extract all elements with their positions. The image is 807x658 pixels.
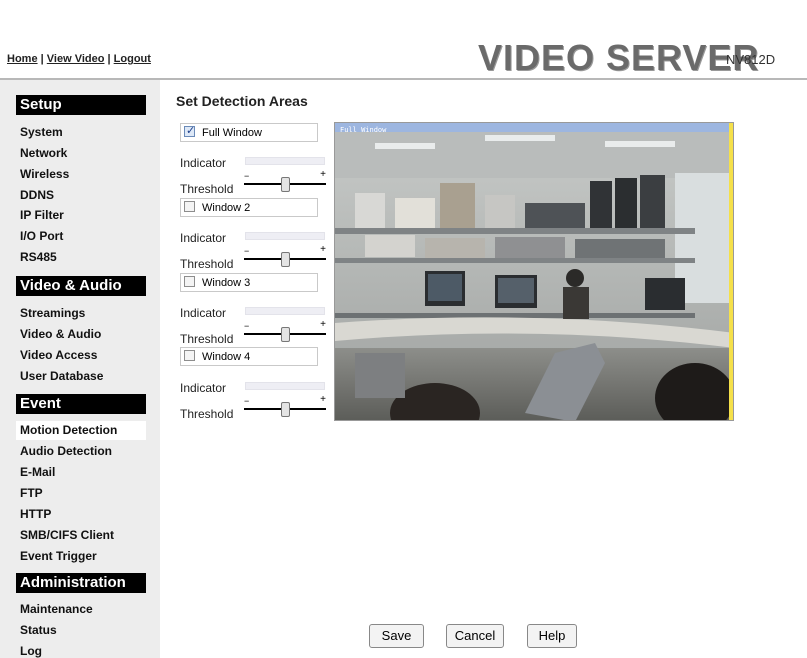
sidebar-item-ftp[interactable]: FTP xyxy=(16,484,146,503)
home-link[interactable]: Home xyxy=(7,53,38,65)
sidebar: Setup System Network Wireless DDNS IP Fi… xyxy=(0,80,160,658)
slider-max-symbol: + xyxy=(320,319,326,330)
logout-link[interactable]: Logout xyxy=(114,53,151,65)
section-header-video-audio: Video & Audio xyxy=(16,276,146,296)
window-2-indicator-bar xyxy=(245,232,325,240)
sidebar-item-streamings[interactable]: Streamings xyxy=(16,304,146,323)
indicator-label: Indicator xyxy=(180,306,227,320)
section-header-setup: Setup xyxy=(16,95,146,115)
camera-overlay-label: Full Window xyxy=(340,126,387,134)
sidebar-item-smb-cifs-client[interactable]: SMB/CIFS Client xyxy=(16,526,146,545)
window-2-checkbox[interactable] xyxy=(184,201,195,212)
sidebar-item-user-database[interactable]: User Database xyxy=(16,367,146,386)
slider-max-symbol: + xyxy=(320,244,326,255)
window-3-threshold-slider[interactable]: − + xyxy=(244,319,326,344)
window-4-row: Window 4 xyxy=(180,347,318,366)
section-header-administration: Administration xyxy=(16,573,146,593)
sidebar-item-network[interactable]: Network xyxy=(16,144,146,163)
slider-min-symbol: − xyxy=(244,171,250,181)
threshold-label: Threshold xyxy=(180,332,234,346)
window-2-threshold-slider[interactable]: − + xyxy=(244,244,326,269)
nav-separator: | xyxy=(40,53,44,65)
window-3-row: Window 3 xyxy=(180,273,318,292)
window-4-indicator-bar xyxy=(245,382,325,390)
window-2-label: Window 2 xyxy=(202,202,251,214)
window-2-row: Window 2 xyxy=(180,198,318,217)
slider-min-symbol: − xyxy=(244,321,250,331)
indicator-label: Indicator xyxy=(180,156,227,170)
sidebar-item-ddns[interactable]: DDNS xyxy=(16,186,146,205)
sidebar-item-email[interactable]: E-Mail xyxy=(16,463,146,482)
camera-scene-image xyxy=(335,123,733,420)
sidebar-item-maintenance[interactable]: Maintenance xyxy=(16,600,146,619)
window-1-threshold-slider[interactable]: − + xyxy=(244,169,326,194)
window-1-checkbox[interactable] xyxy=(184,124,195,137)
window-4-threshold-slider[interactable]: − + xyxy=(244,394,326,419)
slider-thumb[interactable] xyxy=(281,327,290,342)
sidebar-item-audio-detection[interactable]: Audio Detection xyxy=(16,442,146,461)
sidebar-item-video-access[interactable]: Video Access xyxy=(16,346,146,365)
window-4-label: Window 4 xyxy=(202,351,251,363)
sidebar-item-system[interactable]: System xyxy=(16,123,146,142)
model-number: NV812D xyxy=(726,52,776,67)
product-name: VIDEO SERVER xyxy=(478,37,760,78)
sidebar-item-event-trigger[interactable]: Event Trigger xyxy=(16,547,146,566)
sidebar-item-video-audio[interactable]: Video & Audio xyxy=(16,325,146,344)
help-button[interactable]: Help xyxy=(527,624,577,648)
save-button[interactable]: Save xyxy=(369,624,424,648)
slider-thumb[interactable] xyxy=(281,177,290,192)
window-3-label: Window 3 xyxy=(202,277,251,289)
top-navigation: Home | View Video | Logout xyxy=(7,53,151,65)
sidebar-item-ip-filter[interactable]: IP Filter xyxy=(16,206,146,225)
cancel-button[interactable]: Cancel xyxy=(446,624,504,648)
slider-thumb[interactable] xyxy=(281,252,290,267)
camera-preview[interactable] xyxy=(334,122,734,421)
nav-separator: | xyxy=(107,53,111,65)
camera-window-bar xyxy=(335,123,733,132)
indicator-label: Indicator xyxy=(180,381,227,395)
slider-min-symbol: − xyxy=(244,396,250,406)
section-header-event: Event xyxy=(16,394,146,414)
threshold-label: Threshold xyxy=(180,407,234,421)
sidebar-item-rs485[interactable]: RS485 xyxy=(16,248,146,267)
indicator-label: Indicator xyxy=(180,231,227,245)
threshold-label: Threshold xyxy=(180,257,234,271)
page-title: Set Detection Areas xyxy=(176,93,308,109)
window-1-label: Full Window xyxy=(202,127,262,139)
window-4-checkbox[interactable] xyxy=(184,350,195,361)
sidebar-item-wireless[interactable]: Wireless xyxy=(16,165,146,184)
window-1-row: Full Window xyxy=(180,123,318,142)
sidebar-item-http[interactable]: HTTP xyxy=(16,505,146,524)
camera-window-edge xyxy=(729,123,733,420)
slider-max-symbol: + xyxy=(320,394,326,405)
window-3-checkbox[interactable] xyxy=(184,276,195,287)
sidebar-item-status[interactable]: Status xyxy=(16,621,146,640)
header: Home | View Video | Logout VIDEO SERVER … xyxy=(0,0,807,80)
view-video-link[interactable]: View Video xyxy=(47,53,105,65)
sidebar-item-log[interactable]: Log xyxy=(16,642,146,658)
slider-min-symbol: − xyxy=(244,246,250,256)
slider-max-symbol: + xyxy=(320,169,326,180)
slider-thumb[interactable] xyxy=(281,402,290,417)
window-1-indicator-bar xyxy=(245,157,325,165)
window-3-indicator-bar xyxy=(245,307,325,315)
sidebar-item-io-port[interactable]: I/O Port xyxy=(16,227,146,246)
sidebar-item-motion-detection[interactable]: Motion Detection xyxy=(16,421,146,440)
threshold-label: Threshold xyxy=(180,182,234,196)
